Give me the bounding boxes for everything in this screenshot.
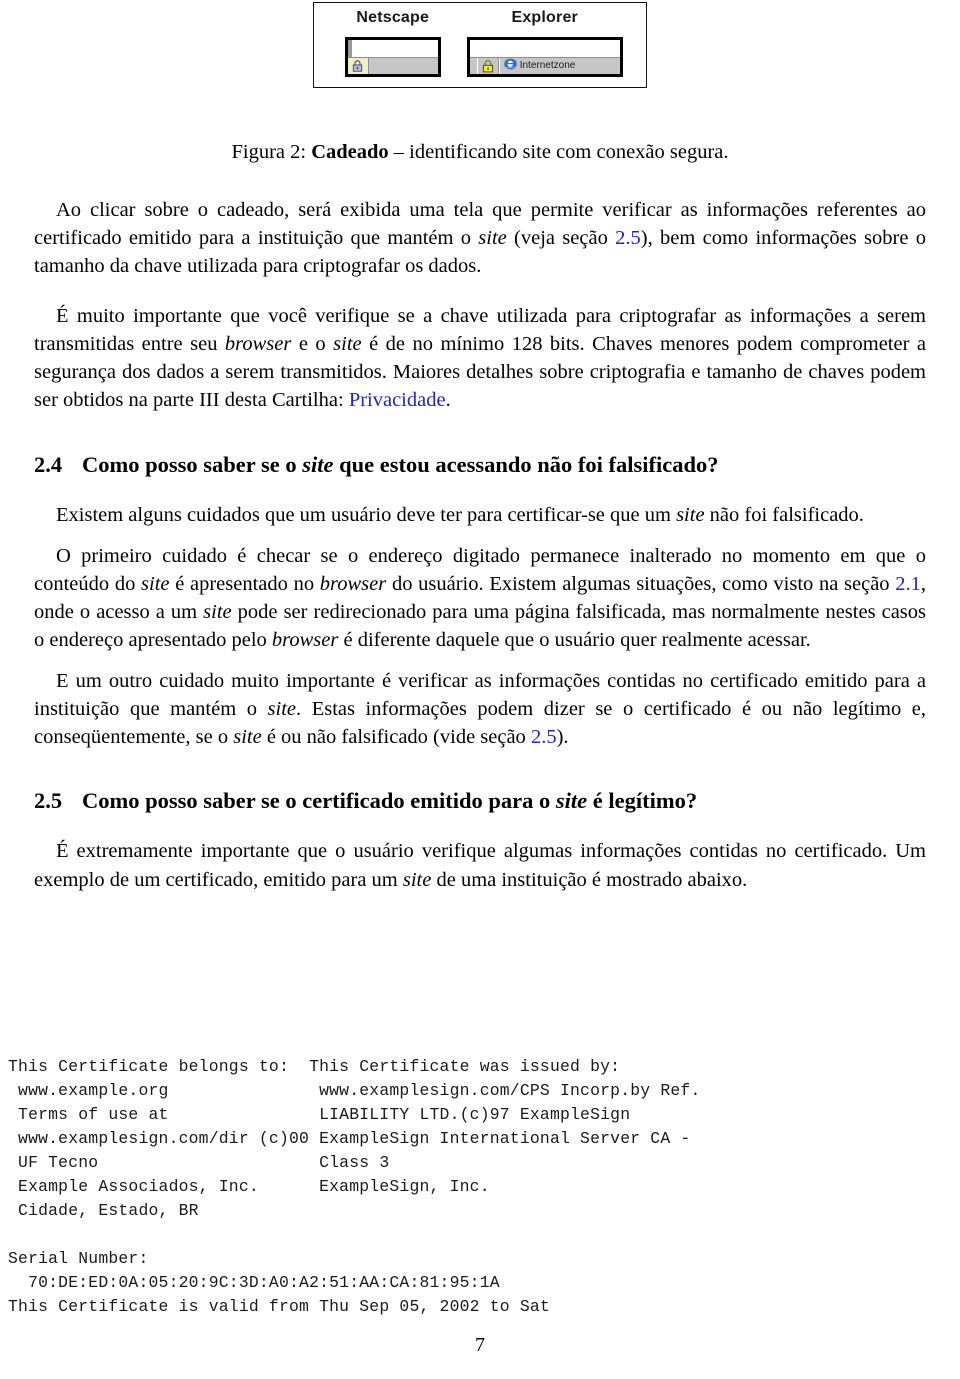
figure-2-caption: Figura 2: Cadeado – identificando site c… [0,140,960,165]
paragraph-certificate-intro: É extremamente importante que o usuário … [34,837,926,893]
p4-text-f: é diferente daquele que o usuário quer r… [338,628,811,651]
certificate-serial-value: 70:DE:ED:0A:05:20:9C:3D:A0:A2:51:AA:CA:8… [8,1273,500,1292]
padlock-icon [476,57,499,74]
figure-2: Netscape Explorer Internetzone [0,0,960,88]
section-heading-2-5: 2.5 Como posso saber se o certificado em… [34,787,926,815]
p2-text-d: . [445,389,451,412]
explorer-statusbar-screenshot: Internetzone [466,37,623,77]
paragraph-key-size: É muito importante que você verifique se… [34,302,926,414]
paragraph-second-care: E um outro cuidado muito importante é ve… [34,667,926,751]
certificate-validity-text: This Certificate is valid from Thu Sep 0… [8,1297,550,1316]
xref-section-2-1[interactable]: 2.1 [895,573,921,595]
p4-term-site-2: site [203,600,232,623]
explorer-status-bar: Internetzone [469,57,620,75]
netscape-statusbar-screenshot [344,37,441,77]
xref-section-2-5[interactable]: 2.5 [615,227,641,249]
p5-text-c: é ou não falsificado (vide seção [261,726,531,749]
paragraph-lock-click: Ao clicar sobre o cadeado, será exibida … [34,196,926,280]
p4-text-c: do usuário. Existem algumas situações, c… [386,572,896,595]
p6-text-b: de uma instituição é mostrado abaixo. [431,868,748,891]
p1-text-b: (veja seção [506,227,616,250]
p3-text-b: não foi falsificado. [704,503,864,526]
p4-term-browser-1: browser [319,572,387,595]
section-heading-2-4: 2.4 Como posso saber se o site que estou… [34,451,926,479]
p4-text-b: é apresentado no [169,572,320,595]
p2-term-browser: browser [224,333,292,356]
padlock-icon [347,58,369,74]
internet-explorer-icon [503,57,518,75]
figure-2-frame: Netscape Explorer Internetzone [313,2,647,88]
section-2-5-number: 2.5 [34,788,63,814]
xref-privacidade[interactable]: Privacidade [349,389,446,411]
netscape-label: Netscape [356,9,430,26]
p4-term-site-1: site [141,572,170,595]
p2-term-site: site [333,333,362,356]
paragraph-first-care: O primeiro cuidado é checar se o endereç… [34,542,926,654]
p6-term-site: site [402,868,432,891]
explorer-example: Explorer Internetzone [457,9,632,77]
page-number: 7 [475,1334,485,1356]
certificate-details-text: This Certificate belongs to: This Certif… [8,1057,701,1220]
section-2-5-title: Como posso saber se o certificado emitid… [82,787,926,815]
netscape-example: Netscape [328,9,457,77]
p1-term-site: site [478,227,507,250]
certificate-serial-label: Serial Number: [8,1249,149,1268]
paragraph-care-overview: Existem alguns cuidados que um usuário d… [34,501,926,529]
document-body: Ao clicar sobre o cadeado, será exibida … [34,196,926,894]
s25-title-b: é legítimo? [587,788,698,814]
s24-title-b: que estou acessando não foi falsificado? [333,451,719,477]
s24-term-site: site [302,451,334,477]
explorer-zone-label: Internetzone [519,60,576,71]
caption-rest: – identificando site com conexão segura. [388,141,729,163]
caption-bold-term: Cadeado [311,141,389,163]
section-2-4-title: Como posso saber se o site que estou ace… [82,451,926,479]
p5-term-site-2: site [233,726,262,749]
p5-term-site-1: site [267,698,297,721]
p3-term-site: site [676,503,705,526]
certificate-listing: This Certificate belongs to: This Certif… [8,1055,952,1319]
s24-title-a: Como posso saber se o [82,451,303,477]
p2-text-b: e o [291,333,334,356]
p5-text-d: ). [556,726,569,749]
section-2-4-number: 2.4 [34,451,63,477]
browser-comparison-row: Netscape Explorer Internetzone [328,9,632,77]
document-page: Netscape Explorer Internetzone Figura 2:… [0,0,960,1379]
xref-section-2-5-second[interactable]: 2.5 [531,726,557,748]
s25-term-site: site [555,788,588,814]
s25-title-a: Como posso saber se o certificado emitid… [82,788,556,814]
p4-term-browser-2: browser [271,628,339,651]
explorer-zone-cell: Internetzone [498,57,620,75]
caption-prefix: Figura 2: [231,141,312,163]
p3-text-a: Existem alguns cuidados que um usuário d… [56,503,677,526]
explorer-label: Explorer [511,9,578,26]
netscape-status-bar [347,57,438,74]
